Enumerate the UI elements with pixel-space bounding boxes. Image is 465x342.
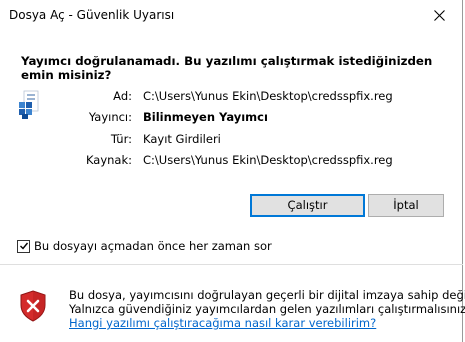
detail-value: Bilinmeyen Yayımcı bbox=[143, 110, 268, 124]
window-title: Dosya Aç - Güvenlik Uyarısı bbox=[9, 8, 175, 22]
help-link[interactable]: Hangi yazılımı çalıştıracağıma nasıl kar… bbox=[69, 316, 454, 330]
close-button[interactable] bbox=[416, 0, 462, 31]
warning-line-1: Bu dosya, yayımcısını doğrulayan geçerli… bbox=[69, 288, 465, 302]
detail-value: Kayıt Girdileri bbox=[143, 132, 221, 146]
detail-label: Ad: bbox=[113, 89, 132, 103]
detail-label: Yayıncı: bbox=[88, 110, 132, 124]
security-warning-dialog: Dosya Aç - Güvenlik Uyarısı Yayımcı doğr… bbox=[0, 0, 465, 342]
always-ask-option[interactable]: Bu dosyayı açmadan önce her zaman sor bbox=[17, 238, 272, 254]
warning-line-2: Yalnızca güvendiğiniz yayımcılardan gele… bbox=[69, 302, 465, 316]
checkmark-icon bbox=[19, 242, 28, 250]
shield-error-icon bbox=[19, 290, 47, 322]
always-ask-label: Bu dosyayı açmadan önce her zaman sor bbox=[34, 239, 272, 253]
close-icon bbox=[433, 10, 445, 21]
separator bbox=[0, 264, 463, 265]
detail-value: C:\Users\Yunus Ekin\Desktop\credsspfix.r… bbox=[143, 89, 393, 103]
detail-label: Kaynak: bbox=[85, 153, 132, 167]
always-ask-checkbox[interactable] bbox=[17, 239, 30, 253]
cancel-button[interactable]: İptal bbox=[368, 194, 444, 217]
warning-message: Bu dosya, yayımcısını doğrulayan geçerli… bbox=[69, 288, 465, 330]
detail-value: C:\Users\Yunus Ekin\Desktop\credsspfix.r… bbox=[143, 153, 393, 167]
detail-label: Tür: bbox=[110, 132, 132, 146]
dialog-heading: Yayımcı doğrulanamadı. Bu yazılımı çalış… bbox=[21, 54, 433, 82]
run-button[interactable]: Çalıştır bbox=[250, 194, 365, 217]
title-bar: Dosya Aç - Güvenlik Uyarısı bbox=[0, 0, 462, 31]
